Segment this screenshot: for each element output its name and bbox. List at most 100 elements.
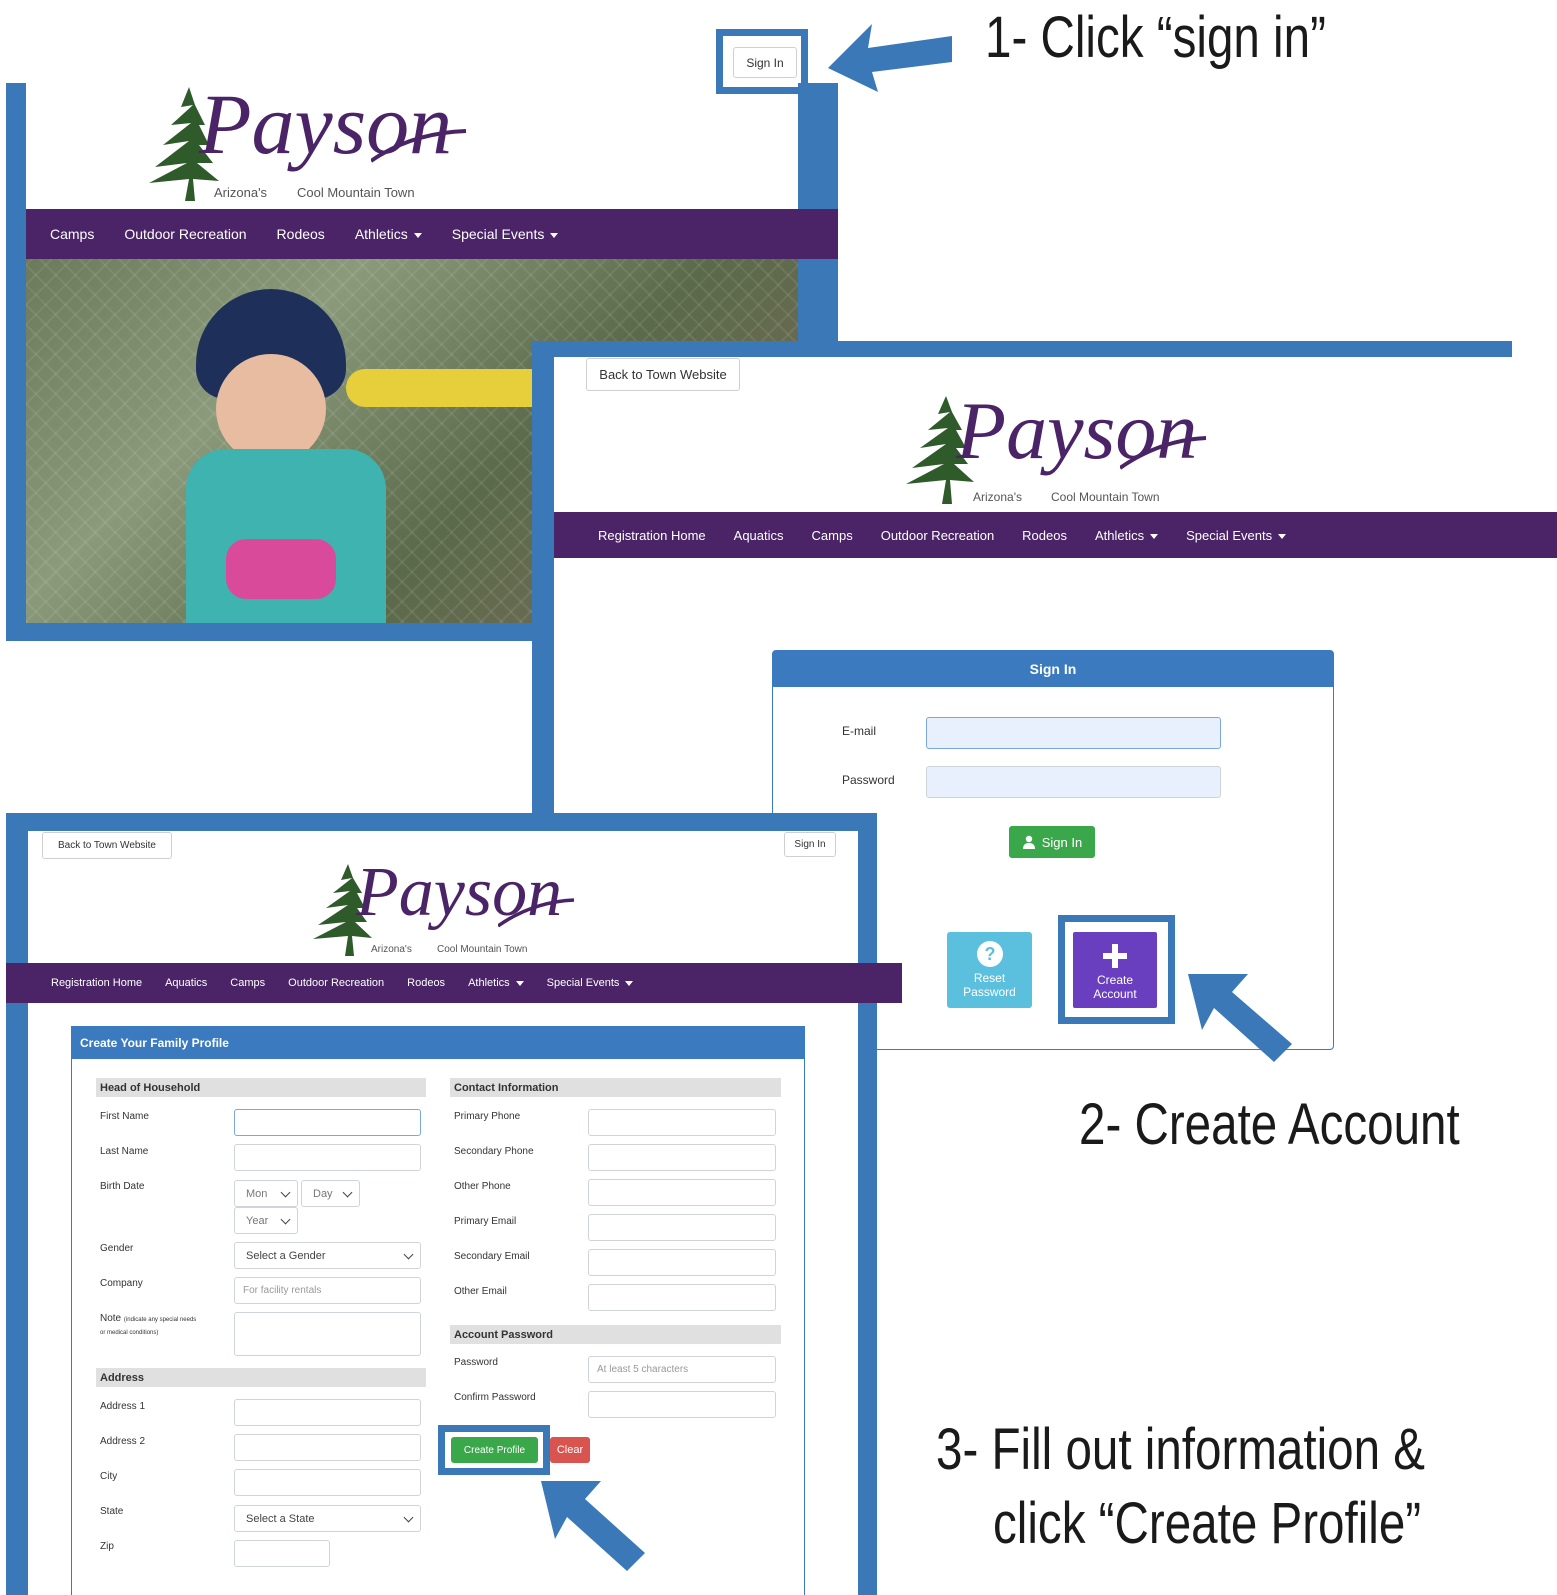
nav-rodeos[interactable]: Rodeos [277, 226, 325, 242]
clear-button[interactable]: Clear [550, 1437, 590, 1463]
logo-swoosh [371, 129, 467, 163]
primary-email-input[interactable] [588, 1214, 776, 1241]
zip-input[interactable] [234, 1540, 330, 1567]
logo-swoosh [1120, 436, 1207, 470]
birth-day-select[interactable]: Day [301, 1180, 360, 1207]
logo-tagline-right: Cool Mountain Town [1051, 490, 1160, 504]
nav-rodeos[interactable]: Rodeos [1022, 528, 1067, 543]
state-label: State [100, 1506, 124, 1517]
nav-athletics[interactable]: Athletics [1094, 527, 1159, 543]
secondary-phone-input[interactable] [588, 1144, 776, 1171]
other-phone-label: Other Phone [454, 1181, 511, 1192]
arrow-up-left-icon [1188, 974, 1292, 1062]
note-textarea[interactable] [234, 1312, 421, 1356]
secondary-email-input[interactable] [588, 1249, 776, 1276]
home-header: Payson Arizona's Cool Mountain Town [26, 83, 798, 209]
reset-password-button[interactable]: ? Reset Password [947, 932, 1032, 1008]
create-label-1: Create [1096, 973, 1134, 987]
address1-label: Address 1 [100, 1401, 146, 1412]
note-label-text: Note [100, 1313, 122, 1324]
birth-year-value: Year [246, 1214, 269, 1227]
birth-month-select[interactable]: Mon [234, 1180, 298, 1207]
nav-camps[interactable]: Camps [230, 977, 265, 989]
nav-special-events[interactable]: Special Events [452, 226, 559, 242]
address1-input[interactable] [234, 1399, 421, 1426]
primary-phone-label: Primary Phone [454, 1111, 521, 1122]
logo-tagline-left: Arizona's [371, 944, 412, 955]
contact-section: Contact Information [450, 1078, 781, 1097]
create-account-button[interactable]: Create Account [1072, 931, 1158, 1009]
nav-registration-home[interactable]: Registration Home [51, 977, 142, 989]
nav-athletics-label: Athletics [468, 977, 510, 989]
head-of-household-section: Head of Household [96, 1078, 426, 1097]
nav-special-events[interactable]: Special Events [547, 977, 634, 989]
address2-input[interactable] [234, 1434, 421, 1461]
confirm-password-label: Confirm Password [454, 1392, 536, 1403]
back-to-town-button-3[interactable]: Back to Town Website [42, 832, 172, 859]
create-label-2: Account [1093, 987, 1137, 1001]
nav-camps[interactable]: Camps [812, 528, 853, 543]
state-select-value: Select a State [246, 1512, 315, 1525]
other-email-input[interactable] [588, 1284, 776, 1311]
company-input[interactable]: For facility rentals [234, 1277, 421, 1304]
signin-submit-button[interactable]: Sign In [1009, 826, 1095, 858]
company-label: Company [100, 1278, 143, 1289]
instruction-step3-line1: 3- Fill out information & [936, 1417, 1426, 1482]
birth-day-value: Day [313, 1187, 333, 1200]
nav-outdoor-recreation[interactable]: Outdoor Recreation [881, 528, 994, 543]
nav-outdoor-recreation[interactable]: Outdoor Recreation [288, 977, 384, 989]
logo-tagline-left: Arizona's [214, 185, 268, 200]
primary-phone-input[interactable] [588, 1109, 776, 1136]
profile-password-input[interactable]: At least 5 characters [588, 1356, 776, 1383]
instruction-step2: 2- Create Account [1079, 1092, 1460, 1157]
nav-athletics-label: Athletics [354, 226, 408, 242]
confirm-password-input[interactable] [588, 1391, 776, 1418]
nav-aquatics[interactable]: Aquatics [734, 528, 784, 543]
caret-down-icon [625, 980, 634, 986]
note-hint-2: or medical conditions) [100, 1330, 159, 1336]
state-select[interactable]: Select a State [234, 1505, 421, 1532]
city-input[interactable] [234, 1469, 421, 1496]
password-input[interactable] [926, 766, 1221, 798]
nav-special-events[interactable]: Special Events [1186, 528, 1287, 543]
primary-email-label: Primary Email [454, 1216, 517, 1227]
caret-down-icon [1150, 533, 1159, 539]
blue-frame-left [532, 341, 554, 831]
logo-tagline-left: Arizona's [973, 490, 1022, 504]
nav-athletics[interactable]: Athletics [355, 226, 422, 242]
profile-password-label: Password [454, 1357, 498, 1368]
nav-athletics[interactable]: Athletics [468, 977, 524, 989]
other-phone-input[interactable] [588, 1179, 776, 1206]
create-profile-button[interactable]: Create Profile [451, 1437, 538, 1463]
nav-camps[interactable]: Camps [50, 226, 94, 242]
address-section: Address [96, 1368, 426, 1387]
nav-registration-home[interactable]: Registration Home [598, 528, 706, 543]
password-label: Password [842, 773, 895, 787]
email-input[interactable] [926, 717, 1221, 749]
back-to-town-button[interactable]: Back to Town Website [586, 358, 740, 391]
nav-rodeos[interactable]: Rodeos [407, 977, 445, 989]
home-sign-in-button[interactable]: Sign In [733, 47, 797, 78]
arrow-up-left-icon [541, 1481, 645, 1571]
logo-swoosh [498, 898, 575, 928]
pink-gloves [226, 539, 336, 599]
nav-athletics-label: Athletics [1094, 527, 1145, 543]
logo-tagline-right: Cool Mountain Town [437, 944, 528, 955]
blue-frame-top [532, 341, 1512, 357]
nav-outdoor-recreation[interactable]: Outdoor Recreation [124, 226, 246, 242]
birth-year-select[interactable]: Year [234, 1207, 298, 1234]
payson-logo: Payson Arizona's Cool Mountain Town [141, 83, 467, 207]
nav-aquatics[interactable]: Aquatics [165, 977, 207, 989]
signin-panel-title: Sign In [773, 651, 1333, 687]
profile-sign-in-button[interactable]: Sign In [784, 832, 836, 857]
first-name-input[interactable] [234, 1109, 421, 1136]
caret-down-icon [413, 232, 422, 238]
account-password-section: Account Password [450, 1325, 781, 1344]
first-name-label: First Name [100, 1111, 149, 1122]
last-name-input[interactable] [234, 1144, 421, 1171]
chevron-down-icon [342, 1187, 353, 1198]
home-navbar: Camps Outdoor Recreation Rodeos Athletic… [26, 209, 838, 259]
gender-select[interactable]: Select a Gender [234, 1242, 421, 1269]
user-icon [1022, 835, 1035, 849]
note-hint-1: (indicate any special needs [123, 1317, 197, 1323]
